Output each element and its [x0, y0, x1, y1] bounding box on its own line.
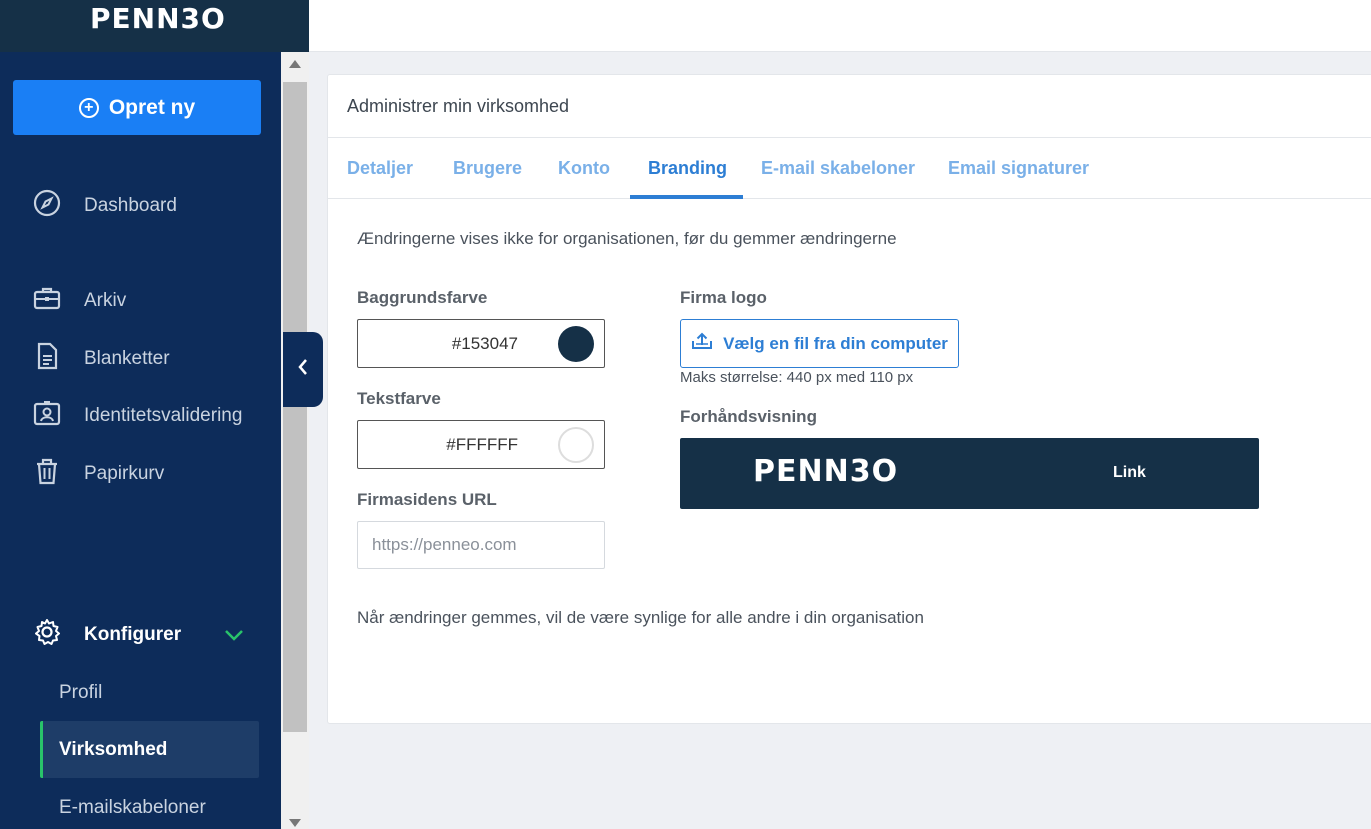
sidebar-item-identitetsvalidering[interactable]: Identitetsvalidering: [32, 396, 242, 436]
tab-bar: Detaljer Brugere Konto Branding E-mail s…: [328, 138, 1371, 199]
text-color-swatch[interactable]: [558, 426, 594, 463]
background-color-label: Baggrundsfarve: [357, 288, 488, 307]
document-icon: [32, 341, 62, 377]
create-new-button[interactable]: + Opret ny: [13, 80, 261, 135]
scroll-down-arrow-icon[interactable]: [289, 819, 301, 827]
compass-icon: [32, 188, 62, 224]
card-title: Administrer min virksomhed: [328, 75, 1371, 138]
preview-label: Forhåndsvisning: [680, 407, 817, 426]
sidebar-item-blanketter[interactable]: Blanketter: [32, 339, 170, 379]
sidebar-item-dashboard[interactable]: Dashboard: [32, 186, 177, 226]
chevron-down-icon[interactable]: [223, 625, 245, 650]
plus-circle-icon: +: [78, 97, 99, 118]
sidebar-scrollbar[interactable]: [281, 52, 309, 829]
company-url-input[interactable]: [357, 521, 605, 569]
sidebar-subitem-virksomhed[interactable]: Virksomhed: [40, 721, 259, 778]
sidebar-subitem-label: E-mailskabeloner: [59, 796, 206, 818]
sidebar-item-label: Identitetsvalidering: [84, 405, 243, 426]
top-bar: [309, 0, 1371, 52]
create-new-label: Opret ny: [108, 95, 196, 119]
company-logo-label: Firma logo: [680, 288, 767, 307]
upload-logo-button[interactable]: Vælg en fil fra din computer: [680, 319, 959, 368]
upload-icon: [691, 331, 713, 356]
preview-link: Link: [1113, 464, 1146, 481]
tab-branding[interactable]: Branding: [648, 138, 727, 199]
sidebar-item-label: Konfigurer: [84, 624, 182, 645]
id-card-icon: [32, 398, 62, 434]
sidebar: PENN3O + Opret ny Dashboard Arkiv Blanke…: [0, 0, 309, 829]
tab-brugere[interactable]: Brugere: [453, 138, 522, 199]
sidebar-item-label: Papirkurv: [84, 463, 165, 484]
max-size-text: Maks størrelse: 440 px med 110 px: [680, 369, 914, 386]
branding-preview: PENN3O Link: [680, 438, 1259, 509]
penneo-logo[interactable]: PENN3O: [90, 2, 226, 35]
briefcase-icon: [32, 283, 62, 319]
tab-email-signaturer[interactable]: Email signaturer: [948, 138, 1089, 199]
upload-logo-label: Vælg en fil fra din computer: [723, 333, 948, 353]
active-tab-indicator: [630, 195, 743, 199]
company-settings-card: Administrer min virksomhed Detaljer Brug…: [327, 74, 1371, 724]
logo-area: PENN3O: [0, 0, 309, 52]
scroll-up-arrow-icon[interactable]: [289, 60, 301, 68]
background-color-input[interactable]: #153047: [357, 319, 605, 368]
text-color-input[interactable]: #FFFFFF: [357, 420, 605, 469]
background-color-swatch[interactable]: [558, 325, 594, 362]
sidebar-item-label: Dashboard: [84, 195, 177, 216]
sidebar-subitem-emailskabeloner[interactable]: E-mailskabeloner: [40, 779, 259, 829]
sidebar-subitem-label: Virksomhed: [59, 738, 168, 760]
sidebar-item-label: Blanketter: [84, 348, 170, 369]
sidebar-item-label: Arkiv: [84, 290, 127, 311]
sidebar-item-papirkurv[interactable]: Papirkurv: [32, 454, 164, 494]
sidebar-subitem-profil[interactable]: Profil: [40, 664, 259, 721]
tab-detaljer[interactable]: Detaljer: [347, 138, 413, 199]
tab-email-skabeloner[interactable]: E-mail skabeloner: [761, 138, 915, 199]
background-color-value: #153047: [451, 333, 518, 353]
collapse-sidebar-button[interactable]: [283, 332, 323, 407]
tab-konto[interactable]: Konto: [558, 138, 610, 199]
text-color-label: Tekstfarve: [357, 389, 441, 408]
sidebar-item-arkiv[interactable]: Arkiv: [32, 281, 126, 321]
trash-icon: [32, 456, 62, 492]
gear-icon: [32, 617, 62, 653]
text-color-value: #FFFFFF: [446, 434, 518, 454]
save-visibility-note: Når ændringer gemmes, vil de være synlig…: [357, 608, 924, 627]
url-label: Firmasidens URL: [357, 490, 497, 509]
sidebar-subitem-label: Profil: [59, 681, 103, 703]
scrollbar-thumb[interactable]: [283, 82, 307, 732]
unsaved-info-text: Ændringerne vises ikke for organisatione…: [357, 229, 897, 248]
sidebar-item-konfigurer[interactable]: Konfigurer: [32, 615, 181, 655]
chevron-left-icon: [296, 357, 310, 382]
preview-logo: PENN3O: [753, 454, 899, 489]
